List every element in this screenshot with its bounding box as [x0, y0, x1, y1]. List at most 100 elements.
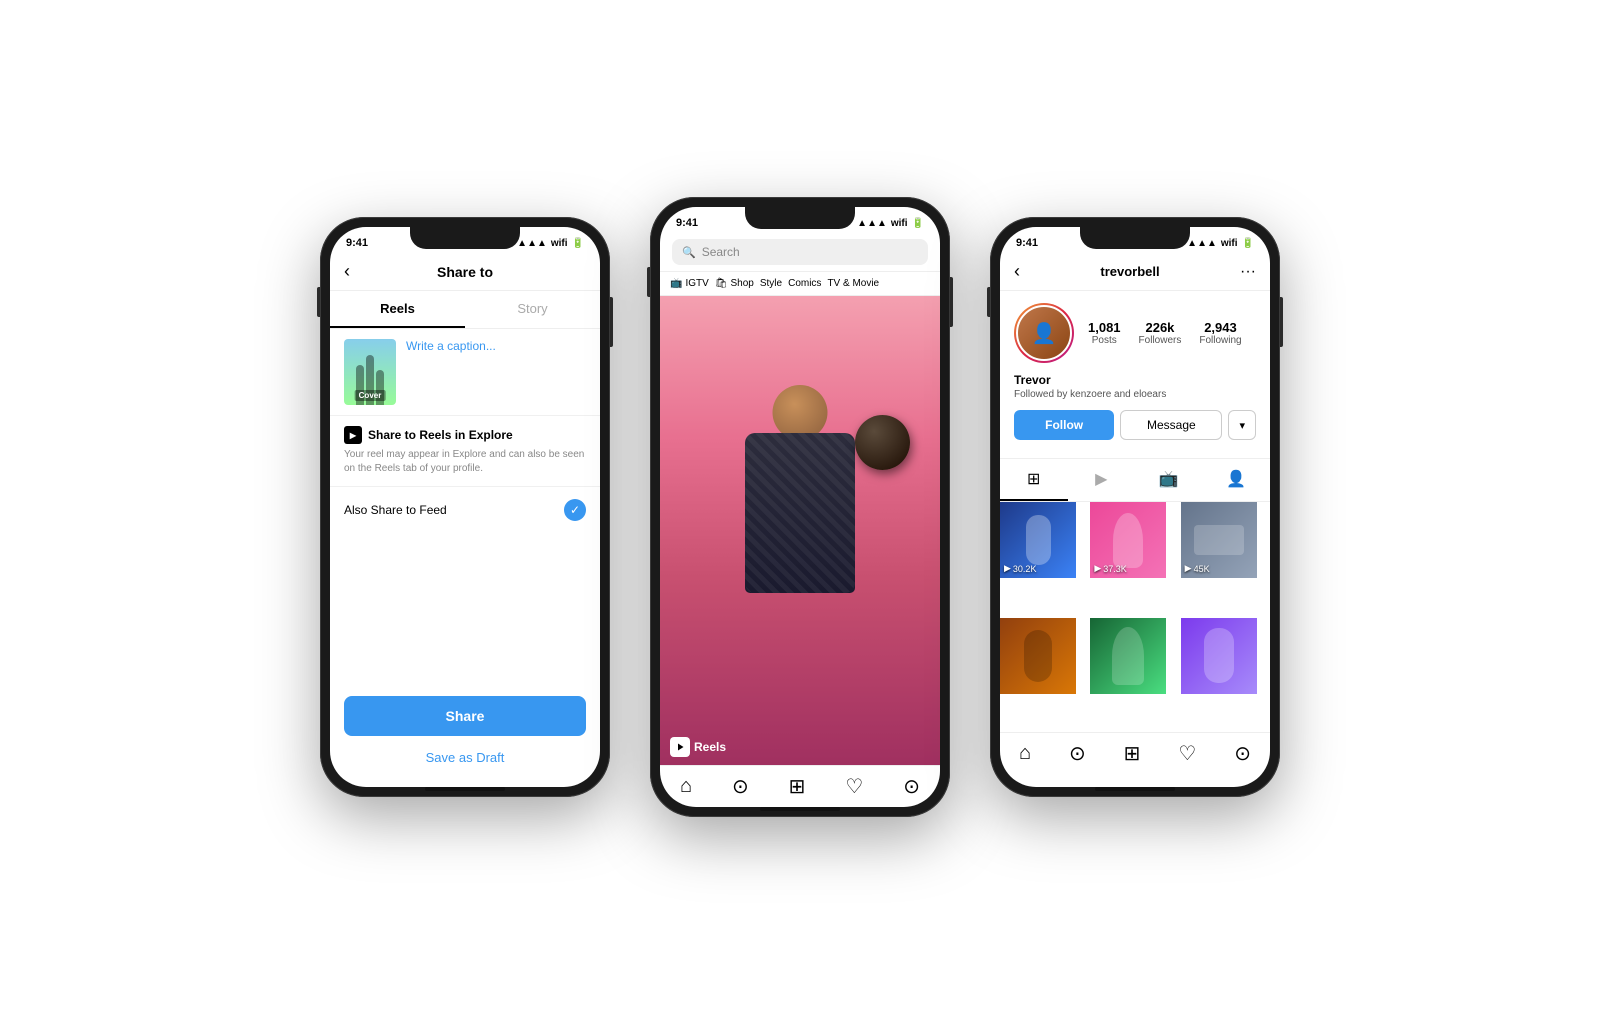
- time-2: 9:41: [676, 217, 698, 229]
- phone-explore: 9:41 ▲▲▲ wifi 🔋 🔍 Search 📺: [650, 197, 950, 817]
- share-header: ‹ Share to: [330, 253, 600, 291]
- search-bar-container: 🔍 Search: [660, 233, 940, 272]
- phone-explore-inner: 9:41 ▲▲▲ wifi 🔋 🔍 Search 📺: [660, 207, 940, 807]
- following-count: 2,943: [1199, 320, 1241, 335]
- stat-followers: 226k Followers: [1139, 320, 1182, 346]
- content-tabs: ⊞ ▶ 📺 👤: [1000, 458, 1270, 502]
- posts-count: 1,081: [1088, 320, 1121, 335]
- reel-background: Reels: [660, 296, 940, 765]
- tab-story[interactable]: Story: [465, 291, 600, 328]
- caption-area: Cover Write a caption...: [330, 329, 600, 415]
- cover-thumbnail[interactable]: Cover: [344, 339, 396, 405]
- phone-share: 9:41 ▲▲▲ wifi 🔋 ‹ Share to Reels Story: [320, 217, 610, 797]
- photo-item-1[interactable]: ▶ 30.2K: [1000, 502, 1076, 578]
- share-title: Share to: [437, 264, 493, 280]
- also-share-row: Also Share to Feed ✓: [330, 486, 600, 533]
- also-share-label: Also Share to Feed: [344, 503, 447, 517]
- category-style[interactable]: Style: [760, 278, 782, 289]
- follow-button[interactable]: Follow: [1014, 410, 1114, 440]
- profile-username: trevorbell: [1100, 264, 1159, 279]
- reels-explore-section: ▶ Share to Reels in Explore Your reel ma…: [330, 415, 600, 486]
- phone2-content: 🔍 Search 📺 IGTV 🛍 Shop Style: [660, 233, 940, 807]
- profile-back-button[interactable]: ‹: [1014, 261, 1020, 282]
- search-bar[interactable]: 🔍 Search: [672, 239, 928, 265]
- stat-posts: 1,081 Posts: [1088, 320, 1121, 346]
- main-reel-area: Reels: [660, 296, 940, 765]
- share-button[interactable]: Share: [344, 696, 586, 736]
- search-placeholder: Search: [702, 245, 740, 259]
- phone3-content: ‹ trevorbell ··· 👤 1,081 Posts: [1000, 253, 1270, 787]
- avatar-image: 👤: [1016, 305, 1072, 361]
- scene: 9:41 ▲▲▲ wifi 🔋 ‹ Share to Reels Story: [0, 0, 1600, 1014]
- tab-tv[interactable]: 📺: [1135, 459, 1203, 501]
- reels-explore-title: ▶ Share to Reels in Explore: [344, 426, 586, 444]
- nav-profile-2[interactable]: ⊙: [903, 774, 920, 799]
- category-tv[interactable]: TV & Movie: [827, 278, 879, 289]
- nav-home-2[interactable]: ⌂: [680, 775, 692, 798]
- action-buttons: Follow Message ▾: [1014, 410, 1256, 440]
- bottom-nav-3: ⌂ ⊙ ⊞ ♡ ⊙: [1000, 732, 1270, 774]
- tab-tagged[interactable]: 👤: [1203, 459, 1271, 501]
- play-count-3: ▶ 45K: [1185, 563, 1210, 574]
- tab-grid[interactable]: ⊞: [1000, 459, 1068, 501]
- nav-search-2[interactable]: ⊙: [732, 774, 749, 799]
- search-icon: 🔍: [682, 246, 696, 259]
- caption-input[interactable]: Write a caption...: [406, 339, 496, 353]
- nav-heart-2[interactable]: ♡: [845, 774, 863, 799]
- play-count-1: ▶ 30.2K: [1004, 563, 1036, 574]
- posts-label: Posts: [1088, 335, 1121, 346]
- spacer: [330, 533, 600, 696]
- also-share-toggle[interactable]: ✓: [564, 499, 586, 521]
- profile-info-area: 👤 1,081 Posts 226k Followers: [1000, 291, 1270, 458]
- photo-item-5[interactable]: [1090, 618, 1166, 694]
- stat-following: 2,943 Following: [1199, 320, 1241, 346]
- nav-add-3[interactable]: ⊞: [1124, 741, 1141, 766]
- notch-2: [745, 207, 855, 229]
- home-indicator-1: [425, 787, 505, 791]
- photo-item-3[interactable]: ▶ 45K: [1181, 502, 1257, 578]
- categories-bar: 📺 IGTV 🛍 Shop Style Comics TV & Movie: [660, 272, 940, 296]
- photo-item-2[interactable]: ▶ 37.3K: [1090, 502, 1166, 578]
- notch-1: [410, 227, 520, 249]
- dropdown-button[interactable]: ▾: [1228, 410, 1256, 440]
- message-button[interactable]: Message: [1120, 410, 1222, 440]
- nav-heart-3[interactable]: ♡: [1178, 741, 1196, 766]
- nav-home-3[interactable]: ⌂: [1019, 742, 1031, 765]
- reels-badge-icon: [670, 737, 690, 757]
- category-comics[interactable]: Comics: [788, 278, 821, 289]
- profile-header: ‹ trevorbell ···: [1000, 253, 1270, 291]
- reels-badge: Reels: [670, 737, 726, 757]
- nav-add-2[interactable]: ⊞: [789, 774, 806, 799]
- profile-avatar: 👤: [1014, 303, 1074, 363]
- save-draft-button[interactable]: Save as Draft: [330, 744, 600, 771]
- photo-item-6[interactable]: [1181, 618, 1257, 694]
- profile-top: 👤 1,081 Posts 226k Followers: [1014, 303, 1256, 363]
- tab-reels[interactable]: Reels: [330, 291, 465, 328]
- nav-search-3[interactable]: ⊙: [1069, 741, 1086, 766]
- status-icons-1: ▲▲▲ wifi 🔋: [517, 238, 584, 249]
- phone-profile-inner: 9:41 ▲▲▲ wifi 🔋 ‹ trevorbell ··· 👤: [1000, 227, 1270, 787]
- category-shop[interactable]: 🛍 Shop: [715, 278, 754, 289]
- followers-label: Followers: [1139, 335, 1182, 346]
- cover-label: Cover: [355, 390, 386, 401]
- photo-grid: ▶ 30.2K ▶ 37.3K ▶ 45K: [1000, 502, 1270, 732]
- time-3: 9:41: [1016, 237, 1038, 249]
- tab-reels-profile[interactable]: ▶: [1068, 459, 1136, 501]
- category-igtv[interactable]: 📺 IGTV: [670, 278, 709, 289]
- following-label: Following: [1199, 335, 1241, 346]
- back-button[interactable]: ‹: [344, 261, 350, 282]
- play-count-2: ▶ 37.3K: [1094, 563, 1126, 574]
- followed-by: Followed by kenzoere and eloears: [1014, 389, 1256, 400]
- phone-profile: 9:41 ▲▲▲ wifi 🔋 ‹ trevorbell ··· 👤: [990, 217, 1280, 797]
- tab-bar: Reels Story: [330, 291, 600, 329]
- home-indicator-2: [760, 807, 840, 811]
- nav-profile-3[interactable]: ⊙: [1234, 741, 1251, 766]
- phone-share-inner: 9:41 ▲▲▲ wifi 🔋 ‹ Share to Reels Story: [330, 227, 600, 787]
- notch-3: [1080, 227, 1190, 249]
- status-icons-2: ▲▲▲ wifi 🔋: [857, 218, 924, 229]
- status-icons-3: ▲▲▲ wifi 🔋: [1187, 238, 1254, 249]
- more-options-button[interactable]: ···: [1240, 263, 1256, 281]
- reels-explore-desc: Your reel may appear in Explore and can …: [344, 448, 586, 476]
- followers-count: 226k: [1139, 320, 1182, 335]
- photo-item-4[interactable]: [1000, 618, 1076, 694]
